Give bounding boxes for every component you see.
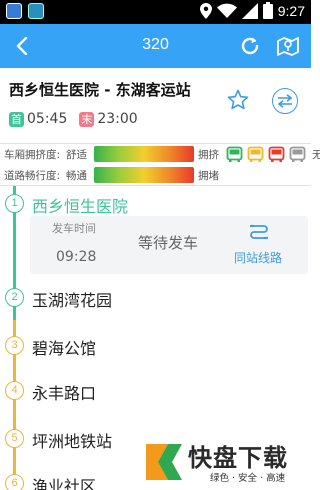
watermark-text: 快盘下载: [188, 444, 288, 472]
favorite-button[interactable]: [226, 88, 250, 112]
reverse-direction-button[interactable]: [272, 88, 298, 114]
refresh-icon: [241, 37, 259, 55]
legend-panel: 车厢拥挤度: 舒适 拥挤 无数 道路畅行度: 畅通 拥堵: [0, 144, 320, 186]
status-bar: 9:27: [0, 0, 311, 24]
station-item[interactable]: 2 玉湖湾花园: [0, 284, 311, 312]
same-station-lines-link[interactable]: 同站线路: [234, 249, 282, 266]
star-icon: [227, 89, 249, 110]
station-item[interactable]: 3 碧海公馆: [0, 332, 311, 360]
station-number: 3: [5, 336, 24, 355]
station-item[interactable]: 4 永丰路口: [0, 377, 311, 405]
road-legend-row: 道路畅行度: 畅通 拥堵: [4, 165, 224, 185]
station-name: 西乡恒生医院: [32, 197, 129, 216]
road-min-label: 畅通: [66, 169, 87, 182]
station-name: 渔业社区: [32, 477, 97, 490]
app-header: 320: [0, 24, 311, 68]
battery-icon: [262, 2, 273, 19]
departure-time: 09:28: [56, 249, 97, 265]
road-max-label: 拥堵: [198, 169, 219, 182]
station-number: 1: [5, 194, 24, 213]
bus-icon: [268, 146, 285, 162]
crowd-gradient-bar: [94, 146, 194, 162]
station-item[interactable]: 1 西乡恒生医院: [0, 190, 311, 218]
crowd-max-label: 拥挤: [198, 148, 219, 161]
clock: 9:27: [277, 2, 305, 19]
first-bus-tag: 首: [9, 111, 24, 127]
departure-time-label: 发车时间: [52, 222, 96, 235]
departure-status: 等待发车: [138, 234, 199, 252]
route-name: 西乡恒生医院 - 东湖客运站: [9, 81, 191, 99]
crowd-legend-row: 车厢拥挤度: 舒适 拥挤 无数: [4, 144, 320, 164]
notification-icons: [6, 3, 44, 19]
station-name: 玉湖湾花园: [32, 291, 113, 310]
station-number: 4: [5, 381, 24, 400]
last-bus-tag: 末: [79, 111, 95, 127]
location-icon: [199, 2, 212, 19]
signal-icon: [241, 2, 258, 19]
bus-icon: [247, 146, 264, 162]
station-number: 5: [5, 429, 24, 448]
notification-app-icon: [6, 3, 22, 19]
refresh-button[interactable]: [237, 33, 263, 59]
crowd-legend-label: 车厢拥挤度:: [4, 148, 61, 161]
system-icons: 9:27: [199, 2, 305, 19]
station-number: 2: [5, 288, 24, 307]
station-number: 6: [5, 474, 24, 490]
service-hours: 首 05:45 末 23:00: [9, 111, 150, 127]
bus-icon: [289, 146, 306, 162]
first-bus-time: 05:45: [27, 111, 68, 127]
map-icon: [277, 37, 299, 56]
station-name: 碧海公馆: [32, 339, 97, 358]
station-name: 永丰路口: [32, 384, 97, 403]
road-legend-label: 道路畅行度:: [4, 169, 61, 182]
station-name: 坪洲地铁站: [32, 432, 113, 451]
watermark-subtitle: 绿色 · 安全 · 高速: [210, 473, 286, 484]
no-data-label: 无数: [312, 148, 320, 161]
crowd-min-label: 舒适: [66, 148, 87, 161]
wifi-icon: [216, 3, 237, 18]
departure-card: 发车时间 09:28 等待发车 同站线路: [30, 216, 308, 274]
page-title: 320: [142, 36, 169, 53]
map-button[interactable]: [275, 33, 301, 59]
watermark: 快盘下载 绿色 · 安全 · 高速: [136, 436, 311, 490]
route-info-card: 西乡恒生医院 - 东湖客运站 首 05:45 末 23:00: [0, 68, 311, 144]
transfer-lines-icon: [249, 224, 269, 240]
last-bus-time: 23:00: [97, 111, 138, 127]
bus-color-legend: [226, 146, 306, 163]
swap-icon: [277, 94, 293, 108]
road-gradient-bar: [94, 167, 194, 183]
notification-app-icon: [28, 3, 44, 19]
bus-icon: [226, 146, 243, 162]
watermark-logo-icon: [146, 444, 182, 480]
